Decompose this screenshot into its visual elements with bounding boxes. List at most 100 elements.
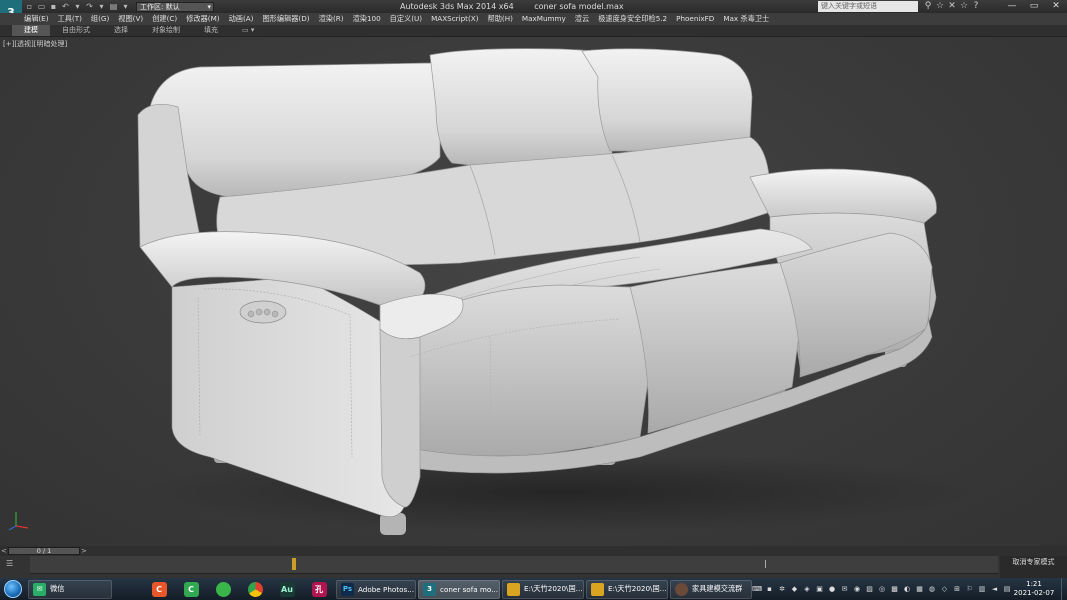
taskbar-item-3dsmax[interactable]: 3 coner sofa mo... [418,579,500,599]
tray-app-icon[interactable]: ◇ [940,584,950,594]
menu-views[interactable]: 视图(V) [118,13,143,25]
tray-app-icon[interactable]: ● [827,584,837,594]
tab-freeform[interactable]: 自由形式 [50,25,102,36]
menu-graph-editors[interactable]: 图形编辑器(D) [262,13,309,25]
taskbar-label: E:\天竹2020\国... [524,584,583,593]
keyframe-marker[interactable] [292,558,296,570]
tab-modeling[interactable]: 建模 [12,25,50,36]
taskbar-item-folder-2[interactable]: E:\天竹2020\国... [586,579,668,599]
tray-app-icon[interactable]: ⊞ [952,584,962,594]
save-file-icon[interactable]: ▪ [49,2,58,11]
tray-app-icon[interactable]: ▩ [890,584,900,594]
undo-dropdown-icon[interactable]: ▾ [73,2,82,11]
infocenter-toolbar: ⚲ ☆ ✕ ☆ ? [922,0,982,13]
window-title: Autodesk 3ds Max 2014 x64 coner sofa mod… [400,0,642,13]
shield-icon[interactable]: ◈ [802,584,812,594]
wechat-tray-icon[interactable]: ✉ [840,584,850,594]
pinned-app-4[interactable] [240,580,270,599]
windows-orb-icon [4,580,22,598]
track-bar-ruler[interactable] [30,556,998,574]
menu-xuanyun[interactable]: 渲云 [575,13,589,25]
time-tick [765,560,766,568]
taskbar-item-folder-1[interactable]: E:\天竹2020\国... [502,579,584,599]
new-file-icon[interactable]: ▫ [25,2,34,11]
gear-icon[interactable]: ✲ [777,584,787,594]
subscription-icon[interactable]: ☆ [934,1,946,12]
search-input[interactable]: 键入关键字或短语 [818,1,918,12]
menu-animation[interactable]: 动画(A) [229,13,254,25]
tray-app-icon[interactable]: ⚐ [965,584,975,594]
menu-bar: 编辑(E) 工具(T) 组(G) 视图(V) 创建(C) 修改器(M) 动画(A… [0,13,1067,25]
close-button[interactable]: ✕ [1045,0,1067,13]
undo-icon[interactable]: ↶ [61,2,70,11]
menu-render100[interactable]: 渲染100 [353,13,381,25]
tray-app-icon[interactable]: ◐ [902,584,912,594]
menu-maxscript[interactable]: MAXScript(X) [431,13,478,25]
menu-max-antivirus[interactable]: Max 杀毒卫士 [723,13,769,25]
ribbon-toggle-icon[interactable]: ▭ ▾ [230,25,266,36]
next-frame-button[interactable]: > [81,546,87,556]
project-folder-icon[interactable]: ▤ [109,2,118,11]
tray-app-icon[interactable]: ▪ [765,584,775,594]
pinned-app-3[interactable] [208,580,238,599]
pinned-app-6[interactable]: 孔 [304,580,334,599]
pinned-app-2[interactable]: C [176,580,206,599]
start-button[interactable] [0,578,26,600]
help-icon[interactable]: ? [970,1,982,12]
taskbar-item-group-chat[interactable]: 家具建模交流群 [670,579,752,599]
track-bar: ☰ 取消专家模式 [0,556,1067,578]
menu-group[interactable]: 组(G) [91,13,109,25]
file-title: coner sofa model.max [534,2,624,11]
toolbar-dropdown-icon[interactable]: ▾ [121,2,130,11]
menu-rendering[interactable]: 渲染(R) [319,13,344,25]
menu-create[interactable]: 创建(C) [152,13,177,25]
menu-maxmummy[interactable]: MaxMummy [522,13,566,25]
app-title: Autodesk 3ds Max 2014 x64 [400,2,514,11]
redo-icon[interactable]: ↷ [85,2,94,11]
menu-security-check[interactable]: 极速度身安全印检5.2 [598,13,667,25]
star-icon[interactable]: ☆ [958,1,970,12]
redo-dropdown-icon[interactable]: ▾ [97,2,106,11]
menu-modifiers[interactable]: 修改器(M) [186,13,219,25]
tab-object-paint[interactable]: 对象绘制 [140,25,192,36]
menu-help[interactable]: 帮助(H) [488,13,513,25]
folder-icon [507,582,520,596]
pinned-app-5[interactable]: Au [272,580,302,599]
cancel-expert-mode-button[interactable]: 取消专家模式 [1000,556,1067,578]
tray-app-icon[interactable]: ◆ [790,584,800,594]
minimize-button[interactable]: — [1001,0,1023,13]
tray-app-icon[interactable]: ▥ [977,584,987,594]
tray-app-icon[interactable]: ◍ [927,584,937,594]
tab-populate[interactable]: 填充 [192,25,230,36]
show-desktop-button[interactable] [1061,578,1067,600]
prev-frame-button[interactable]: < [1,546,7,556]
menu-tools[interactable]: 工具(T) [58,13,82,25]
tray-app-icon[interactable]: ◉ [852,584,862,594]
open-file-icon[interactable]: ▭ [37,2,46,11]
volume-icon[interactable]: ◄ [990,584,1000,594]
tab-selection[interactable]: 选择 [102,25,140,36]
axis-gizmo-icon [8,512,29,531]
binoculars-icon[interactable]: ⚲ [922,1,934,12]
tray-app-icon[interactable]: ◎ [877,584,887,594]
taskbar-item-wechat[interactable]: ✉ 微信 [28,579,112,599]
taskbar-clock[interactable]: 1:21 2021-02-07 [1008,580,1060,598]
workspace-select[interactable]: 工作区: 默认 [136,1,214,12]
keyboard-icon[interactable]: ⌨ [752,584,762,594]
tray-app-icon[interactable]: ▦ [915,584,925,594]
perspective-viewport[interactable]: [+][透视][明暗处理] [0,36,1067,546]
clock-time: 1:21 [1026,580,1042,588]
exchange-icon[interactable]: ✕ [946,1,958,12]
menu-phoenixfd[interactable]: PhoenixFD [676,13,714,25]
pinned-app-1[interactable]: C [144,580,174,599]
sofa-model[interactable] [0,37,1067,546]
taskbar-item-photoshop[interactable]: Ps Adobe Photos... [336,579,416,599]
tray-app-icon[interactable]: ▣ [815,584,825,594]
menu-edit[interactable]: 编辑(E) [24,13,49,25]
time-slider-thumb[interactable]: 0 / 1 [8,547,80,555]
taskbar-label: 微信 [50,584,65,593]
tray-app-icon[interactable]: ▨ [865,584,875,594]
menu-customize[interactable]: 自定义(U) [390,13,422,25]
maximize-button[interactable]: ▭ [1023,0,1045,13]
mini-curve-editor-icon[interactable]: ☰ [6,559,13,568]
